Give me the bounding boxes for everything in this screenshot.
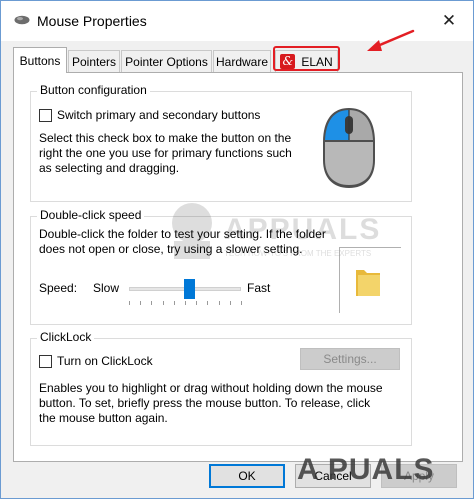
clicklock-label: Turn on ClickLock: [57, 354, 153, 368]
double-click-description: Double-click the folder to test your set…: [39, 227, 326, 256]
buttons-tab-panel: Button configuration Switch primary and …: [13, 72, 463, 462]
slider-tick: [140, 301, 142, 305]
slow-label: Slow: [93, 281, 120, 295]
cancel-button[interactable]: Cancel: [295, 464, 371, 488]
slider-tick: [241, 301, 242, 305]
slider-tick: [162, 301, 164, 305]
slider-tick: [129, 301, 130, 305]
group-title: Button configuration: [37, 83, 150, 97]
slider-tick: [173, 301, 175, 305]
tab-label: Buttons: [19, 53, 61, 68]
tab-label: Pointers: [71, 54, 117, 69]
slider-tick: [218, 301, 220, 305]
ok-button-label: OK: [238, 469, 256, 483]
button-config-description: Select this check box to make the button…: [39, 131, 292, 175]
tab-pointers[interactable]: Pointers: [68, 50, 120, 72]
clicklock-description: Enables you to highlight or drag without…: [39, 381, 383, 425]
double-click-speed-group: Double-click speed Double-click the fold…: [30, 208, 412, 325]
slider-tick: [196, 301, 198, 305]
group-title: Double-click speed: [37, 208, 145, 222]
double-click-speed-slider-thumb[interactable]: [184, 279, 196, 299]
clicklock-group: ClickLock Turn on ClickLock Settings... …: [30, 330, 412, 446]
mouse-app-icon: [14, 15, 30, 25]
slider-tick: [229, 301, 231, 305]
cancel-button-label: Cancel: [314, 469, 352, 483]
slider-tick: [207, 301, 209, 305]
clicklock-settings-button[interactable]: Settings...: [300, 348, 400, 370]
test-folder-area[interactable]: [339, 247, 401, 313]
group-title: ClickLock: [37, 330, 95, 344]
slider-tick: [151, 301, 153, 305]
close-button[interactable]: ✕: [435, 9, 463, 33]
apply-button[interactable]: Apply: [381, 464, 457, 488]
tab-label: Hardware: [215, 54, 269, 69]
switch-buttons-label: Switch primary and secondary buttons: [57, 108, 261, 122]
folder-icon: [356, 270, 380, 296]
apply-button-label: Apply: [403, 469, 435, 483]
window-title: Mouse Properties: [37, 13, 147, 29]
speed-label: Speed:: [39, 281, 78, 295]
mouse-illustration-icon: [323, 108, 375, 188]
switch-buttons-checkbox[interactable]: [39, 109, 52, 122]
tab-hardware[interactable]: Hardware: [213, 50, 271, 72]
clicklock-checkbox[interactable]: [39, 355, 52, 368]
mouse-properties-window: Mouse Properties ✕ Buttons Pointers Poin…: [0, 0, 474, 499]
settings-button-label: Settings...: [323, 352, 377, 366]
fast-label: Fast: [247, 281, 271, 295]
button-configuration-group: Button configuration Switch primary and …: [30, 83, 412, 202]
tab-pointer-options[interactable]: Pointer Options: [121, 50, 212, 72]
annotation-arrow-icon: [367, 29, 415, 51]
tab-label: Pointer Options: [125, 54, 208, 69]
ok-button[interactable]: OK: [209, 464, 285, 488]
slider-tick: [185, 301, 186, 305]
close-icon: ✕: [441, 11, 457, 30]
elan-tab-highlight: [273, 46, 340, 71]
tab-buttons[interactable]: Buttons: [13, 47, 67, 73]
